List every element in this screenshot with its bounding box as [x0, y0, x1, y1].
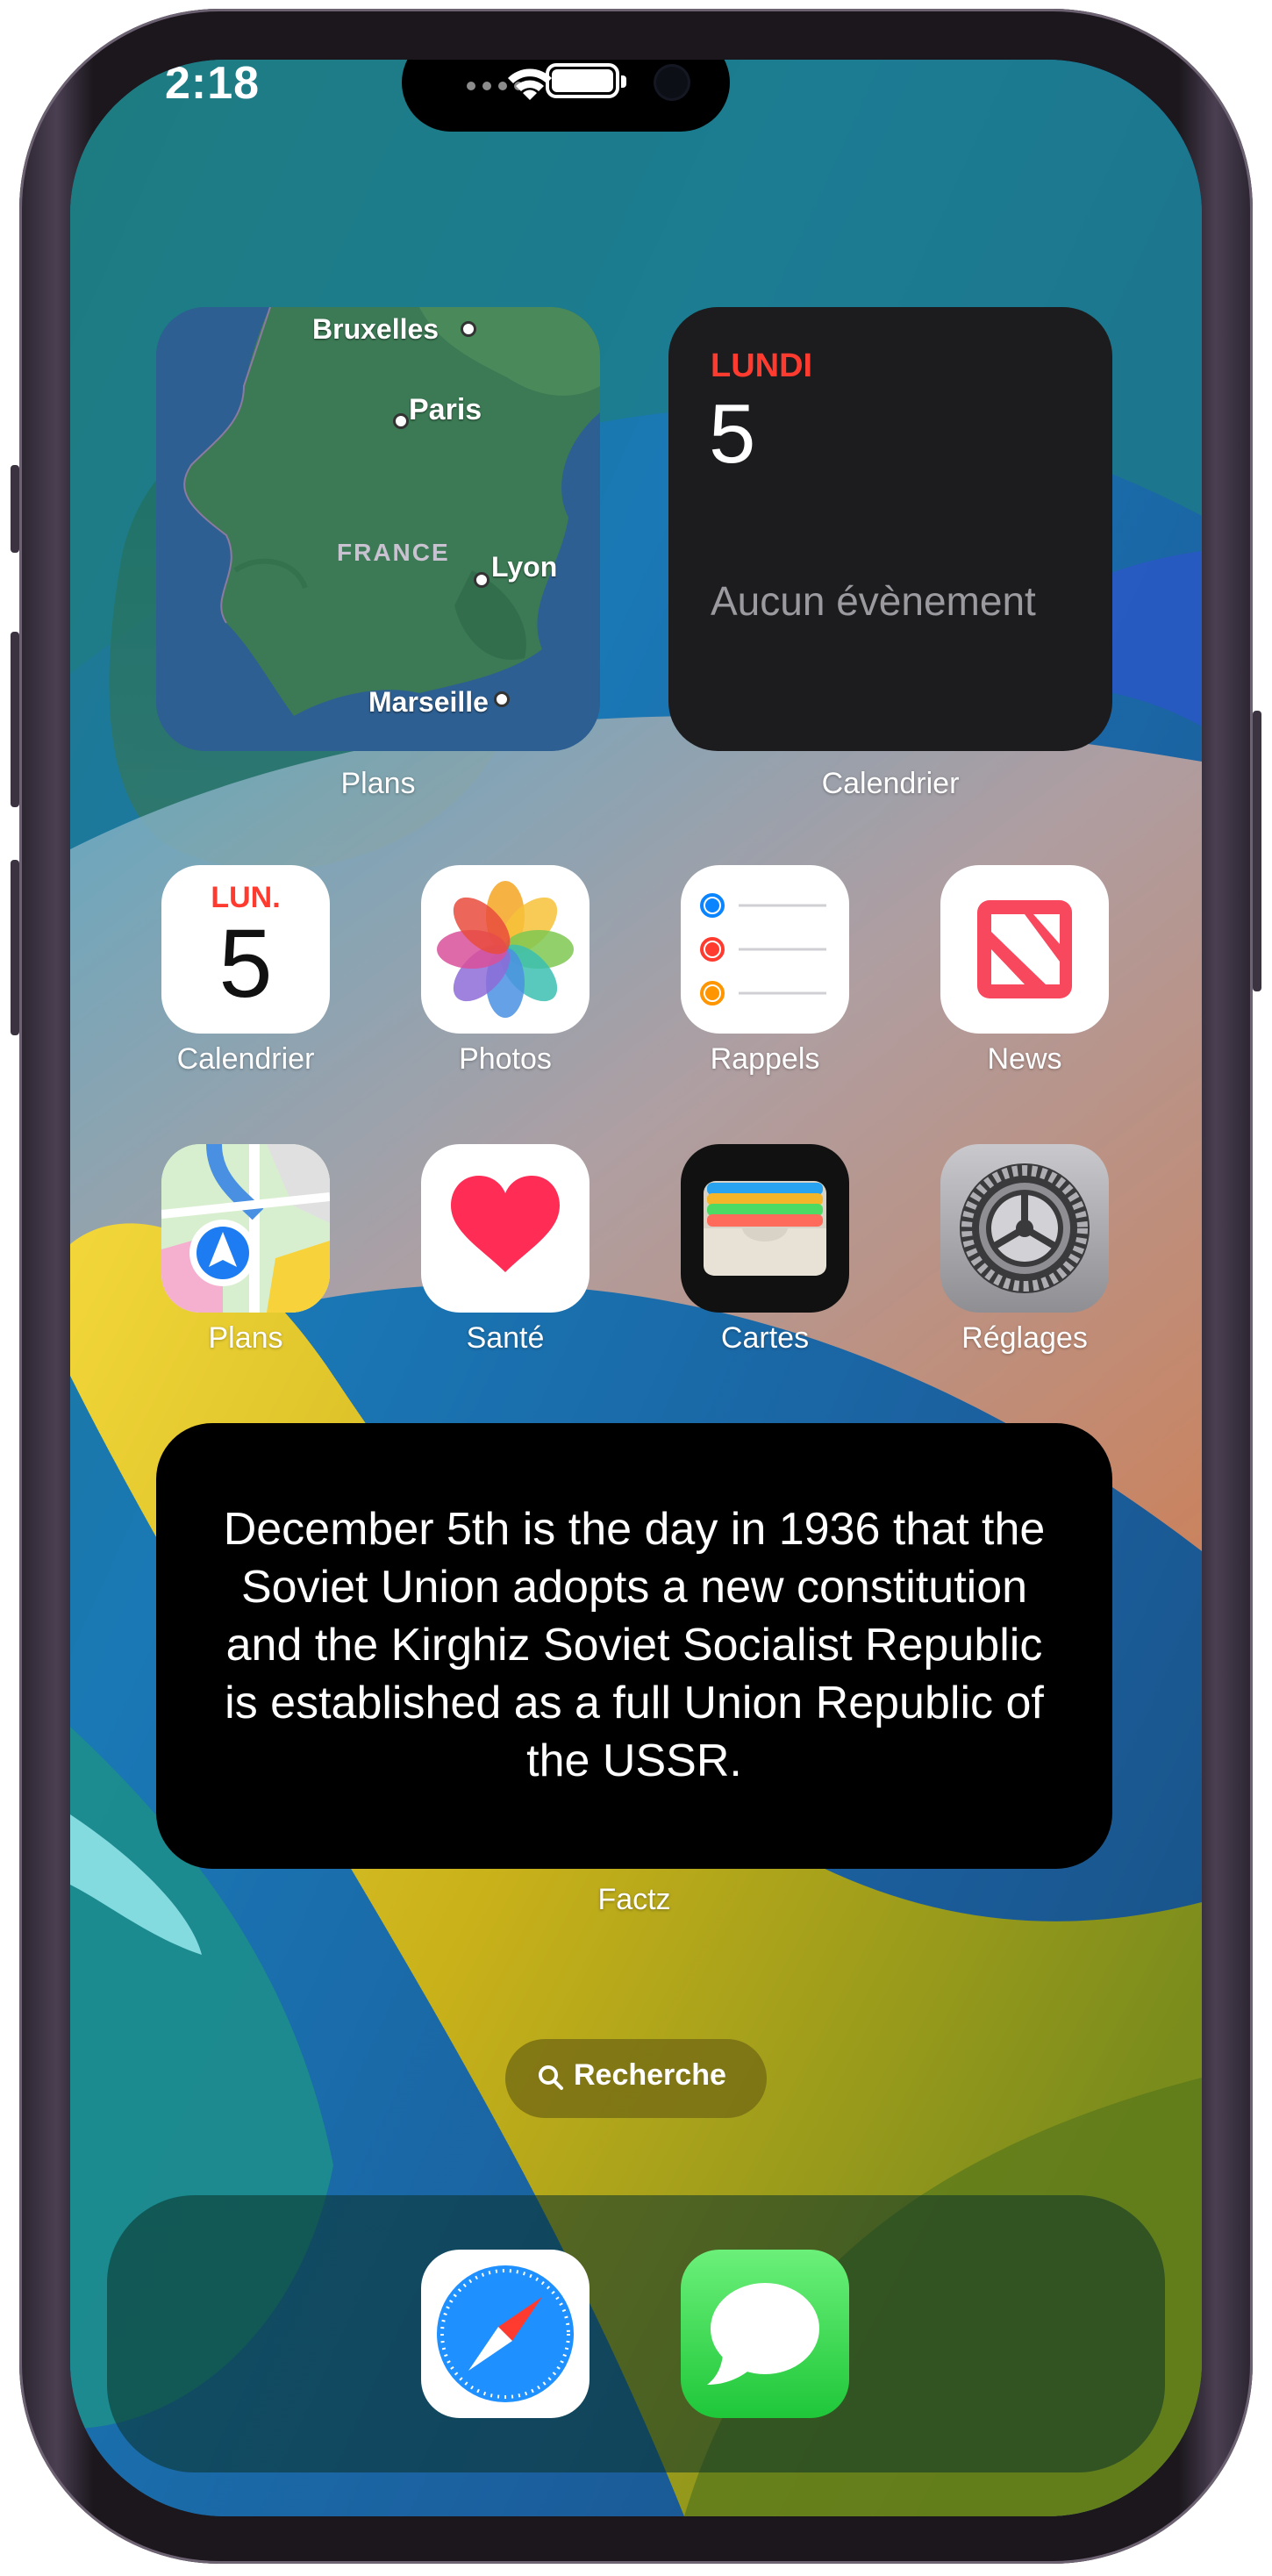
calendar-widget-label: Calendrier: [821, 767, 960, 800]
reminders-icon[interactable]: [681, 865, 849, 1034]
health-icon[interactable]: [421, 1144, 590, 1313]
map-city-label: Bruxelles: [312, 313, 439, 345]
france-map: [156, 307, 600, 751]
map-city-dot: [494, 691, 510, 707]
status-time: 2:18: [165, 60, 261, 109]
factz-widget-label: Factz: [597, 1883, 671, 1916]
battery-icon: [546, 63, 626, 98]
search-icon: [539, 2065, 563, 2090]
front-camera: [656, 67, 688, 98]
calendar-app-date: 5: [218, 910, 273, 1018]
search-button[interactable]: Recherche: [505, 2039, 767, 2118]
maps-widget[interactable]: Bruxelles Paris FRANCE Lyon Marseille: [156, 307, 600, 751]
map-city-dot: [461, 321, 476, 337]
calendar-widget-empty: Aucun évènement: [711, 578, 1036, 624]
wallet-app-label: Cartes: [720, 1321, 810, 1355]
news-icon[interactable]: [940, 865, 1109, 1034]
calendar-widget-date: 5: [709, 387, 756, 481]
volume-down-button[interactable]: [11, 860, 19, 1035]
map-city-dot: [393, 413, 409, 429]
health-app-label: Santé: [466, 1321, 545, 1355]
settings-app-label: Réglages: [961, 1321, 1088, 1355]
messages-icon[interactable]: [681, 2250, 849, 2418]
maps-widget-label: Plans: [340, 767, 416, 800]
dock: [107, 2195, 1165, 2472]
safari-icon[interactable]: [421, 2250, 590, 2418]
reminders-app-label: Rappels: [710, 1042, 820, 1076]
photos-icon[interactable]: [421, 865, 590, 1034]
action-button[interactable]: [11, 465, 19, 553]
photos-app-label: Photos: [459, 1042, 552, 1076]
wallet-icon[interactable]: [681, 1144, 849, 1313]
map-city-label: Marseille: [368, 686, 489, 718]
map-country-label: FRANCE: [337, 539, 450, 566]
home-screen: 2:18 Bruxelles Paris FRANCE Lyon Marseil…: [70, 60, 1202, 2516]
factz-text: December 5th is the day in 1936 that the…: [223, 1504, 1046, 1786]
settings-icon[interactable]: [940, 1144, 1109, 1313]
news-app-label: News: [987, 1042, 1062, 1076]
calendar-widget[interactable]: LUNDI 5 Aucun évènement: [668, 307, 1112, 751]
calendar-app-icon[interactable]: LUN. 5: [161, 865, 330, 1034]
map-city-label: Lyon: [491, 551, 558, 583]
maps-app-label: Plans: [208, 1321, 283, 1355]
power-button[interactable]: [1253, 711, 1261, 991]
map-city-dot: [474, 572, 490, 588]
map-city-label: Paris: [409, 393, 482, 426]
calendar-widget-day: LUNDI: [711, 347, 813, 384]
maps-icon[interactable]: [161, 1144, 330, 1313]
home-indicator[interactable]: [497, 2488, 775, 2499]
calendar-app-label: Calendrier: [176, 1042, 315, 1076]
factz-widget[interactable]: December 5th is the day in 1936 that the…: [156, 1423, 1112, 1869]
search-label: Recherche: [574, 2058, 726, 2092]
volume-up-button[interactable]: [11, 632, 19, 807]
